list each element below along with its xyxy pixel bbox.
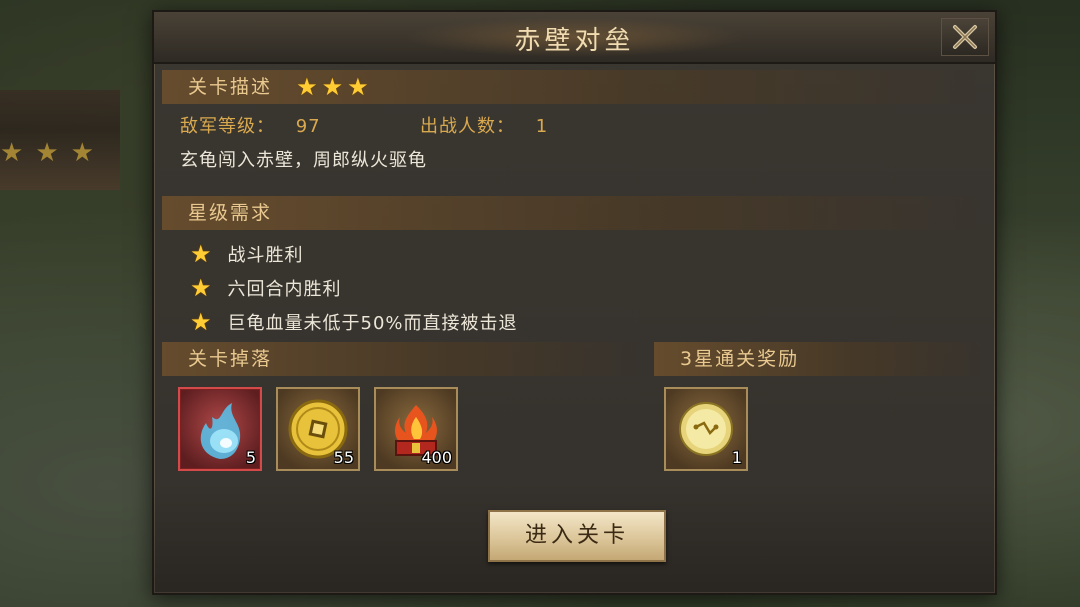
requirement-text: 六回合内胜利 (227, 279, 342, 300)
item-count: 5 (245, 448, 256, 467)
dialog-title: 赤壁对垒 (514, 26, 635, 56)
item-count: 400 (421, 448, 452, 467)
background-stars: ★ ★ ★ (0, 138, 94, 168)
requirement-text: 巨龟血量未低于50%而直接被击退 (227, 313, 518, 334)
star-requirements-title: 星级需求 (188, 202, 273, 224)
star-icon: ★ (347, 73, 371, 101)
close-button[interactable] (941, 18, 989, 56)
drop-item-fire-chest[interactable]: 400 (374, 387, 458, 471)
drop-item-gold-coin[interactable]: 55 (276, 387, 360, 471)
star-icon: ★ (190, 274, 212, 302)
section-header-three-star-reward: 3星通关奖励 (654, 342, 984, 376)
enemy-level-row: 敌军等级： 97 (180, 112, 321, 138)
level-info-dialog: 赤壁对垒 关卡描述 ★ ★ ★ 敌军等级： 97 出战人数： 1 玄龟闯入赤壁，… (152, 10, 997, 595)
star-icon: ★ (70, 138, 94, 168)
section-header-star-requirements: 星级需求 (162, 196, 982, 230)
drop-item-blue-soul[interactable]: 5 (178, 387, 262, 471)
requirement-row: ★ 战斗胜利 (190, 240, 304, 268)
drops-title: 关卡掉落 (188, 348, 273, 370)
requirement-text: 战斗胜利 (227, 245, 304, 266)
three-star-reward-title: 3星通关奖励 (680, 348, 800, 370)
star-icon: ★ (321, 73, 346, 101)
close-x-icon (953, 25, 977, 49)
enter-level-button[interactable]: 进入关卡 (488, 510, 666, 562)
item-count: 55 (333, 448, 354, 467)
star-icon: ★ (0, 138, 24, 168)
star-icon: ★ (296, 73, 320, 101)
star-icon: ★ (190, 240, 212, 268)
section-header-level-description: 关卡描述 ★ ★ ★ (162, 70, 982, 104)
level-description-title: 关卡描述 (188, 76, 273, 98)
troop-count-label: 出战人数： (420, 116, 515, 137)
enemy-level-value: 97 (295, 116, 321, 137)
star-icon: ★ (190, 308, 212, 336)
requirement-row: ★ 巨龟血量未低于50%而直接被击退 (190, 308, 518, 336)
troop-count-value: 1 (535, 116, 549, 137)
enemy-level-label: 敌军等级： (180, 116, 275, 137)
dialog-title-bar: 赤壁对垒 (154, 12, 995, 64)
troop-count-row: 出战人数： 1 (420, 112, 548, 138)
star-icon: ★ (35, 138, 59, 168)
section-header-drops: 关卡掉落 (162, 342, 642, 376)
level-description-text: 玄龟闯入赤壁，周郎纵火驱龟 (180, 150, 427, 171)
item-count: 1 (731, 448, 742, 467)
reward-item-gold-orb[interactable]: 1 (664, 387, 748, 471)
requirement-row: ★ 六回合内胜利 (190, 274, 342, 302)
level-rating-stars: ★ ★ ★ (296, 70, 371, 104)
